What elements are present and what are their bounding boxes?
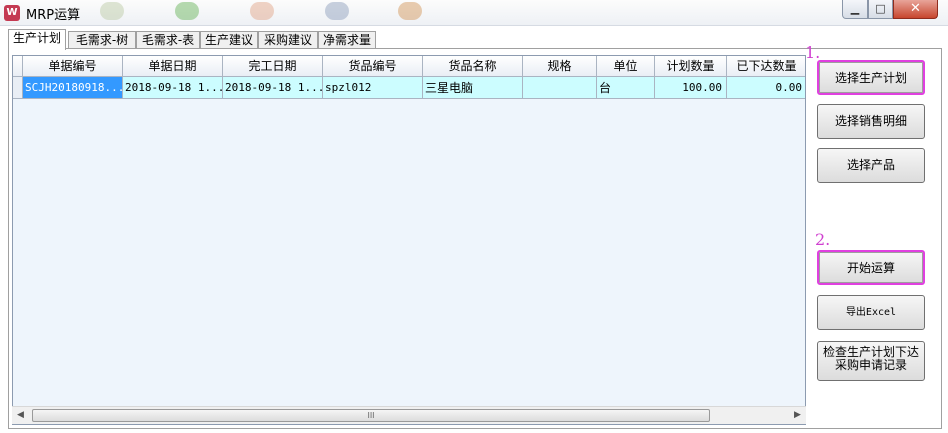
start-calculation-button[interactable]: 开始运算 [817, 250, 925, 285]
column-header-item-name[interactable]: 货品名称 [423, 56, 523, 77]
blurred-background-icon [398, 2, 422, 20]
step-1-annotation: 1. [805, 43, 821, 62]
tab-production-plan[interactable]: 生产计划 [8, 29, 66, 50]
column-header-doc-no[interactable]: 单据编号 [23, 56, 123, 77]
window-title: MRP运算 [26, 8, 81, 23]
column-header-finish-date[interactable]: 完工日期 [223, 56, 323, 77]
check-records-button[interactable]: 检查生产计划下达 采购申请记录 [817, 341, 925, 381]
grid-header-row: 单据编号 单据日期 完工日期 货品编号 货品名称 规格 单位 计划数量 已下达数… [13, 56, 805, 77]
tab-gross-demand-tree[interactable]: 毛需求-树 [68, 31, 136, 49]
check-records-label-line2: 采购申请记录 [834, 358, 907, 372]
scroll-left-icon[interactable]: ◀ [12, 407, 29, 424]
tab-gross-demand-table[interactable]: 毛需求-表 [136, 31, 200, 49]
cell-finish-date[interactable]: 2018-09-18 1... [223, 77, 323, 99]
scroll-thumb[interactable]: III [32, 409, 710, 422]
maximize-button[interactable]: □ [868, 0, 893, 19]
production-plan-grid[interactable]: 单据编号 单据日期 完工日期 货品编号 货品名称 规格 单位 计划数量 已下达数… [12, 55, 806, 425]
tab-production-suggestion[interactable]: 生产建议 [200, 31, 258, 49]
blurred-background-icon [175, 2, 199, 20]
cell-item-name[interactable]: 三星电脑 [423, 77, 523, 99]
blurred-background-icon [250, 2, 274, 20]
close-button[interactable]: ✕ [893, 0, 938, 19]
title-bar: W MRP运算 ▁ □ ✕ [0, 0, 948, 26]
column-header-issued-qty[interactable]: 已下达数量 [727, 56, 805, 77]
column-header-plan-qty[interactable]: 计划数量 [655, 56, 727, 77]
select-sales-detail-button[interactable]: 选择销售明细 [817, 104, 925, 139]
column-header-spec[interactable]: 规格 [523, 56, 597, 77]
column-header-doc-date[interactable]: 单据日期 [123, 56, 223, 77]
horizontal-scrollbar[interactable]: ◀ III ▶ [12, 406, 806, 424]
blurred-background-icon [325, 2, 349, 20]
table-row[interactable]: SCJH20180918... 2018-09-18 1... 2018-09-… [13, 77, 805, 99]
blurred-background-icon [100, 2, 124, 20]
export-excel-button[interactable]: 导出Excel [817, 295, 925, 330]
column-header-unit[interactable]: 单位 [597, 56, 655, 77]
tab-purchase-suggestion[interactable]: 采购建议 [258, 31, 318, 49]
app-logo-icon: W [4, 5, 20, 21]
cell-doc-no[interactable]: SCJH20180918... [23, 77, 123, 99]
cell-issued-qty[interactable]: 0.00 [727, 77, 805, 99]
cell-spec[interactable] [523, 77, 597, 99]
row-indicator[interactable] [13, 77, 23, 99]
cell-unit[interactable]: 台 [597, 77, 655, 99]
minimize-button[interactable]: ▁ [842, 0, 868, 19]
select-product-button[interactable]: 选择产品 [817, 148, 925, 183]
scroll-right-icon[interactable]: ▶ [789, 407, 806, 424]
step-2-annotation: 2. [815, 230, 831, 249]
cell-item-code[interactable]: spzl012 [323, 77, 423, 99]
row-indicator-header [13, 56, 23, 77]
column-header-item-code[interactable]: 货品编号 [323, 56, 423, 77]
cell-plan-qty[interactable]: 100.00 [655, 77, 727, 99]
select-production-plan-button[interactable]: 选择生产计划 [817, 60, 925, 95]
tab-net-demand[interactable]: 净需求量 [318, 31, 376, 49]
cell-doc-date[interactable]: 2018-09-18 1... [123, 77, 223, 99]
